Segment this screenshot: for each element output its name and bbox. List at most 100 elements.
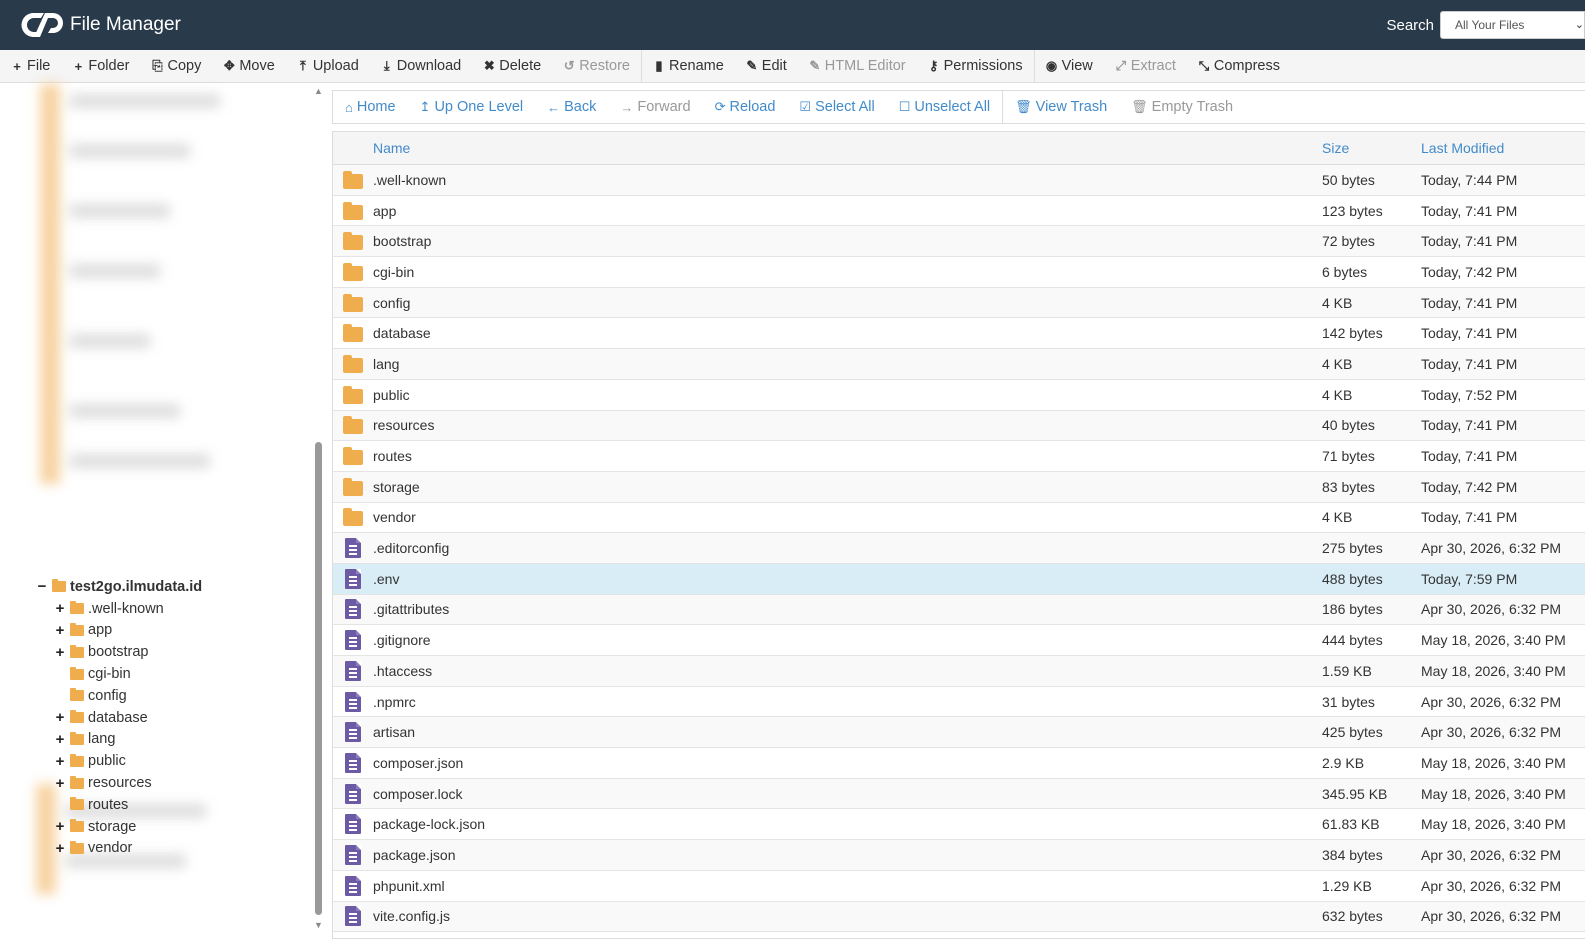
tree-item-config[interactable]: config xyxy=(36,685,202,707)
column-header-name[interactable]: Name xyxy=(373,140,1322,156)
tree-item-bootstrap[interactable]: + bootstrap xyxy=(36,641,202,663)
table-row[interactable]: app 123 bytes Today, 7:41 PM xyxy=(333,196,1585,227)
edit-button[interactable]: ✎ Edit xyxy=(735,50,798,83)
search-scope-select[interactable]: All Your Files ⌄ xyxy=(1440,11,1585,39)
expand-icon[interactable]: + xyxy=(54,731,66,748)
unselect-all-button[interactable]: ☐ Unselect All xyxy=(887,99,1002,115)
expand-icon[interactable]: + xyxy=(54,644,66,661)
table-row[interactable]: database 142 bytes Today, 7:41 PM xyxy=(333,318,1585,350)
row-name[interactable]: app xyxy=(373,203,1322,219)
row-name[interactable]: .well-known xyxy=(373,172,1322,188)
row-name[interactable]: cgi-bin xyxy=(373,264,1322,280)
expand-icon[interactable]: + xyxy=(54,840,66,857)
row-name[interactable]: database xyxy=(373,325,1322,341)
row-name[interactable]: artisan xyxy=(373,724,1322,740)
empty-trash-button[interactable]: 🗑 Empty Trash xyxy=(1119,99,1245,115)
row-name[interactable]: .gitignore xyxy=(373,632,1322,648)
table-row[interactable]: cgi-bin 6 bytes Today, 7:42 PM xyxy=(333,257,1585,288)
tree-item-vendor[interactable]: + vendor xyxy=(36,838,202,860)
tree-root[interactable]: − test2go.ilmudata.id xyxy=(36,576,203,598)
restore-button[interactable]: ↺ Restore xyxy=(552,50,641,83)
move-button[interactable]: ✥ Move xyxy=(212,50,285,83)
row-name[interactable]: vendor xyxy=(373,509,1322,525)
tree-item-app[interactable]: + app xyxy=(36,620,202,642)
row-name[interactable]: vite.config.js xyxy=(373,908,1322,924)
select-all-button[interactable]: ☑ Select All xyxy=(787,99,886,115)
table-row[interactable]: artisan 425 bytes Apr 30, 2026, 6:32 PM xyxy=(333,717,1585,749)
expand-icon[interactable]: + xyxy=(54,600,66,617)
table-row[interactable]: lang 4 KB Today, 7:41 PM xyxy=(333,349,1585,380)
tree-item-database[interactable]: + database xyxy=(36,707,202,729)
tree-item-public[interactable]: + public xyxy=(36,750,202,772)
scroll-up-arrow-icon[interactable]: ▲ xyxy=(314,86,323,96)
upload-button[interactable]: ⤒ Upload xyxy=(286,50,370,83)
table-row[interactable]: .env 488 bytes Today, 7:59 PM xyxy=(333,563,1585,595)
table-row[interactable]: composer.json 2.9 KB May 18, 2026, 3:40 PM xyxy=(333,748,1585,779)
tree-item-resources[interactable]: + resources xyxy=(36,772,202,794)
rename-button[interactable]: ▮ Rename xyxy=(642,50,735,83)
view-button[interactable]: ◉ View xyxy=(1035,50,1104,83)
expand-icon[interactable]: + xyxy=(54,709,66,726)
table-row[interactable]: phpunit.xml 1.29 KB Apr 30, 2026, 6:32 PM xyxy=(333,871,1585,902)
row-name[interactable]: bootstrap xyxy=(373,233,1322,249)
expand-icon[interactable]: + xyxy=(54,775,66,792)
expand-icon[interactable]: + xyxy=(54,818,66,835)
up-one-level-button[interactable]: ↥ Up One Level xyxy=(408,99,536,115)
row-name[interactable]: resources xyxy=(373,417,1322,433)
html-editor-button[interactable]: ✎ HTML Editor xyxy=(798,50,917,83)
row-name[interactable]: .env xyxy=(373,571,1322,587)
delete-button[interactable]: ✖ Delete xyxy=(472,50,552,83)
scrollbar-thumb[interactable] xyxy=(315,442,322,915)
table-row[interactable]: .gitattributes 186 bytes Apr 30, 2026, 6:3… xyxy=(333,594,1585,626)
home-button[interactable]: ⌂ Home xyxy=(333,99,408,115)
scroll-down-arrow-icon[interactable]: ▼ xyxy=(314,920,323,930)
table-row[interactable]: vite.config.js 632 bytes Apr 30, 2026, 6:3… xyxy=(333,901,1585,933)
row-name[interactable]: lang xyxy=(373,356,1322,372)
row-name[interactable]: .gitattributes xyxy=(373,601,1322,617)
file-button[interactable]: + File xyxy=(0,50,61,83)
table-row[interactable]: routes 71 bytes Today, 7:41 PM xyxy=(333,441,1585,472)
row-name[interactable]: .htaccess xyxy=(373,663,1322,679)
row-name[interactable]: .npmrc xyxy=(373,694,1322,710)
download-button[interactable]: ⤓ Download xyxy=(370,50,473,83)
row-name[interactable]: package-lock.json xyxy=(373,816,1322,832)
permissions-button[interactable]: ⚷ Permissions xyxy=(917,50,1034,83)
brand[interactable]: File Manager xyxy=(20,9,181,41)
table-row[interactable]: storage 83 bytes Today, 7:42 PM xyxy=(333,471,1585,503)
folder-button[interactable]: + Folder xyxy=(61,50,140,83)
row-name[interactable]: .editorconfig xyxy=(373,540,1322,556)
row-name[interactable]: storage xyxy=(373,479,1322,495)
tree-item-routes[interactable]: routes xyxy=(36,794,202,816)
row-name[interactable]: config xyxy=(373,295,1322,311)
row-name[interactable]: composer.json xyxy=(373,755,1322,771)
expand-icon[interactable]: + xyxy=(54,753,66,770)
table-row[interactable]: vendor 4 KB Today, 7:41 PM xyxy=(333,503,1585,534)
table-row[interactable]: resources 40 bytes Today, 7:41 PM xyxy=(333,410,1585,442)
row-name[interactable]: package.json xyxy=(373,847,1322,863)
collapse-icon[interactable]: − xyxy=(36,578,48,595)
table-row[interactable]: config 4 KB Today, 7:41 PM xyxy=(333,287,1585,319)
tree-item-cgi-bin[interactable]: cgi-bin xyxy=(36,663,202,685)
compress-button[interactable]: ⤡ Compress xyxy=(1187,50,1291,83)
copy-button[interactable]: ⎘ Copy xyxy=(140,50,212,83)
table-row[interactable]: .npmrc 31 bytes Apr 30, 2026, 6:32 PM xyxy=(333,687,1585,718)
tree-item-storage[interactable]: + storage xyxy=(36,816,202,838)
row-name[interactable]: phpunit.xml xyxy=(373,878,1322,894)
table-row[interactable]: package-lock.json 61.83 KB May 18, 2026, 3… xyxy=(333,809,1585,841)
row-name[interactable]: routes xyxy=(373,448,1322,464)
table-row[interactable]: bootstrap 72 bytes Today, 7:41 PM xyxy=(333,226,1585,258)
extract-button[interactable]: ⤢ Extract xyxy=(1104,50,1187,83)
table-row[interactable]: .editorconfig 275 bytes Apr 30, 2026, 6:32… xyxy=(333,533,1585,564)
reload-button[interactable]: ⟳ Reload xyxy=(703,99,788,115)
column-header-size[interactable]: Size xyxy=(1322,140,1421,156)
table-row[interactable]: package.json 384 bytes Apr 30, 2026, 6:32 … xyxy=(333,840,1585,871)
row-name[interactable]: composer.lock xyxy=(373,786,1322,802)
table-row[interactable]: public 4 KB Today, 7:52 PM xyxy=(333,380,1585,411)
table-row[interactable]: .well-known 50 bytes Today, 7:44 PM xyxy=(333,165,1585,196)
expand-icon[interactable]: + xyxy=(54,622,66,639)
view-trash-button[interactable]: 🗑 View Trash xyxy=(1003,99,1119,115)
table-row[interactable]: .htaccess 1.59 KB May 18, 2026, 3:40 PM xyxy=(333,656,1585,687)
table-row[interactable]: composer.lock 345.95 KB May 18, 2026, 3:40… xyxy=(333,778,1585,810)
table-row[interactable]: .gitignore 444 bytes May 18, 2026, 3:40 PM xyxy=(333,625,1585,656)
tree-item-lang[interactable]: + lang xyxy=(36,729,202,751)
